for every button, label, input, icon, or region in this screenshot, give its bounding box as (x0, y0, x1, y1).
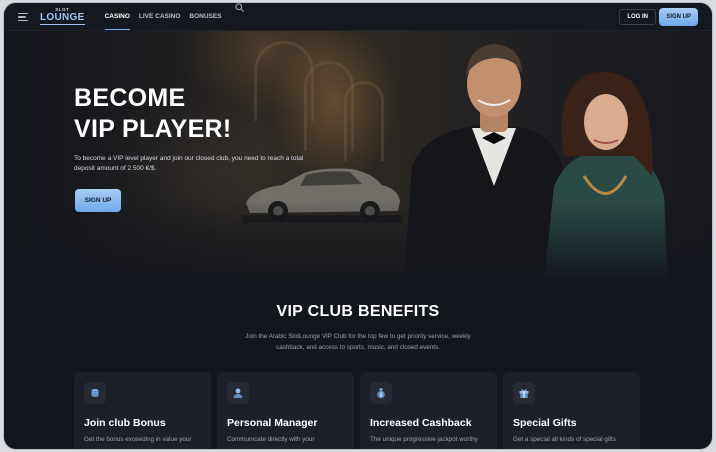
card-text: Get a special all kinds of special gifts (513, 436, 616, 443)
app-window: SLOT LOUNGE CASINO LIVE CASINO BONUSES L… (4, 3, 712, 449)
nav-bonuses[interactable]: BONUSES (189, 3, 221, 30)
nav-casino[interactable]: CASINO (104, 3, 131, 30)
hero-signup-button[interactable]: SIGN UP (75, 189, 121, 212)
main-nav: CASINO LIVE CASINO BONUSES (104, 3, 244, 30)
background-arch (344, 81, 384, 161)
manager-icon (227, 382, 249, 404)
gift-icon (513, 382, 535, 404)
benefits-title: VIP CLUB BENEFITS (276, 303, 440, 320)
benefit-card-join-bonus[interactable]: Join club Bonus Get the bonus exceeding … (74, 372, 211, 449)
nav-live-casino[interactable]: LIVE CASINO (139, 3, 181, 30)
hamburger-menu-icon[interactable] (18, 12, 32, 22)
hero-title-line1: BECOME (74, 84, 186, 112)
search-icon[interactable] (234, 3, 244, 12)
coins-icon (84, 382, 106, 404)
benefit-card-personal-manager[interactable]: Personal Manager Communicate directly wi… (217, 372, 354, 449)
logo[interactable]: SLOT LOUNGE (40, 8, 85, 25)
card-text: Communicate directly with your (227, 436, 315, 443)
card-text: The unique progressive jackpot worthy (370, 436, 478, 443)
hero-title: BECOME VIP PLAYER! (74, 83, 274, 145)
card-title: Special Gifts (513, 417, 577, 429)
card-text: Get the bonus exceeding in value your (84, 436, 192, 443)
header-signup-button[interactable]: SIGN UP (659, 8, 698, 26)
login-button[interactable]: LOG IN (619, 9, 656, 25)
benefit-card-increased-cashback[interactable]: $ Increased Cashback The unique progress… (360, 372, 497, 449)
card-title: Personal Manager (227, 417, 318, 429)
card-title: Increased Cashback (370, 417, 472, 429)
benefits-subtitle: Join the Arabic SlotLounge VIP Club for … (245, 333, 471, 351)
top-header: SLOT LOUNGE CASINO LIVE CASINO BONUSES L… (4, 3, 712, 31)
card-title: Join club Bonus (84, 417, 166, 429)
logo-main-text: LOUNGE (40, 11, 85, 25)
benefits-cards: Join club Bonus Get the bonus exceeding … (74, 372, 640, 449)
hero-title-line2: VIP PLAYER! (74, 115, 232, 143)
money-bag-icon: $ (370, 382, 392, 404)
svg-text:$: $ (380, 393, 383, 399)
hero-bottom-gradient (4, 201, 712, 281)
hero-description: To become a VIP level player and join ou… (74, 155, 304, 172)
hero-banner: BECOME VIP PLAYER! To become a VIP level… (4, 31, 712, 281)
benefit-card-special-gifts[interactable]: Special Gifts Get a special all kinds of… (503, 372, 640, 449)
